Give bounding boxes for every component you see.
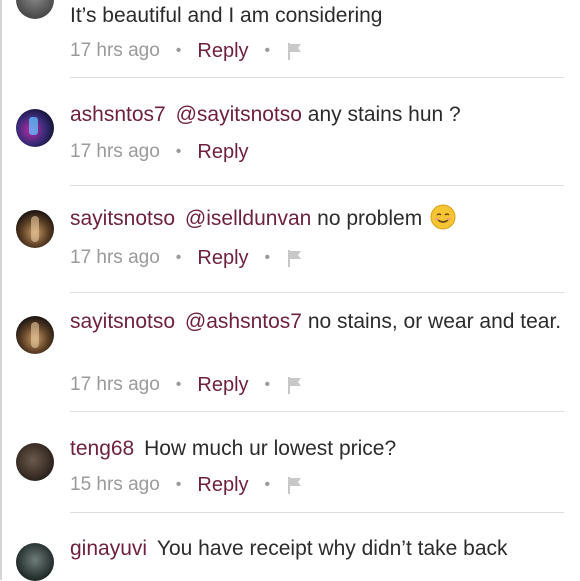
reply-button[interactable]: Reply (197, 40, 248, 63)
reply-button[interactable]: Reply (197, 141, 248, 164)
flag-icon[interactable] (286, 375, 304, 395)
flag-icon[interactable] (286, 248, 304, 268)
comment-body: How much ur lowest price? (144, 437, 397, 460)
separator-dot: • (264, 376, 271, 393)
comment-text: It’s beautiful and I am considering (70, 2, 566, 29)
reply-button[interactable]: Reply (197, 374, 248, 397)
comment-text: sayitsnotso @iselldunvan no problem (70, 204, 566, 232)
separator-dot: • (175, 376, 182, 393)
comment-divider (70, 512, 564, 513)
commenter-avatar[interactable] (16, 443, 54, 481)
comment-text: ashsntos7 @sayitsnotso any stains hun ? (70, 101, 566, 128)
reply-button[interactable]: Reply (197, 247, 248, 270)
relieved-smile-emoji (430, 204, 456, 230)
separator-dot: • (264, 249, 271, 266)
comment-text: teng68 How much ur lowest price? (70, 435, 566, 462)
timestamp: 17 hrs ago (70, 247, 160, 268)
flag-icon[interactable] (286, 475, 304, 495)
comment-mention[interactable]: @iselldunvan (185, 207, 311, 230)
comment-divider (70, 292, 564, 293)
comment-divider (70, 185, 564, 186)
commenter-avatar[interactable] (16, 0, 54, 19)
comment-meta: 17 hrs ago • Reply • (70, 372, 304, 398)
comment-body: no stains, or wear and tear. (307, 310, 562, 333)
separator-dot: • (264, 42, 271, 59)
comment-divider (70, 77, 564, 78)
separator-dot: • (175, 143, 182, 160)
commenter-avatar[interactable] (16, 316, 54, 354)
timestamp: 17 hrs ago (70, 40, 160, 61)
comment-username[interactable]: ginayuvi (70, 537, 147, 560)
comment-username[interactable]: sayitsnotso (70, 207, 175, 230)
comment-body: no problem (317, 207, 423, 230)
comment-mention[interactable]: @ashsntos7 (185, 310, 302, 333)
reply-button[interactable]: Reply (197, 474, 248, 497)
commenter-avatar[interactable] (16, 210, 54, 248)
timestamp: 17 hrs ago (70, 141, 160, 162)
separator-dot: • (175, 42, 182, 59)
comment-meta: 17 hrs ago • Reply • (70, 38, 304, 64)
commenter-avatar[interactable] (16, 543, 54, 581)
comment-body: any stains hun ? (307, 103, 461, 126)
comment-text: ginayuvi You have receipt why didn’t tak… (70, 535, 566, 562)
separator-dot: • (175, 476, 182, 493)
left-edge-rule (0, 0, 2, 580)
separator-dot: • (264, 476, 271, 493)
comment-meta: 17 hrs ago • Reply • (70, 245, 304, 271)
comment-body: It’s beautiful and I am considering (70, 4, 383, 27)
comment-username[interactable]: teng68 (70, 437, 134, 460)
comment-body: You have receipt why didn’t take back (156, 537, 508, 560)
timestamp: 17 hrs ago (70, 374, 160, 395)
comment-meta: 17 hrs ago • Reply (70, 139, 249, 165)
comment-text: sayitsnotso @ashsntos7 no stains, or wea… (70, 308, 566, 335)
commenter-avatar[interactable] (16, 109, 54, 147)
separator-dot: • (175, 249, 182, 266)
flag-icon[interactable] (286, 41, 304, 61)
comment-meta: 15 hrs ago • Reply • (70, 472, 304, 498)
timestamp: 15 hrs ago (70, 474, 160, 495)
comment-username[interactable]: sayitsnotso (70, 310, 175, 333)
comment-mention[interactable]: @sayitsnotso (176, 103, 302, 126)
comment-divider (70, 411, 564, 412)
comment-username[interactable]: ashsntos7 (70, 103, 166, 126)
